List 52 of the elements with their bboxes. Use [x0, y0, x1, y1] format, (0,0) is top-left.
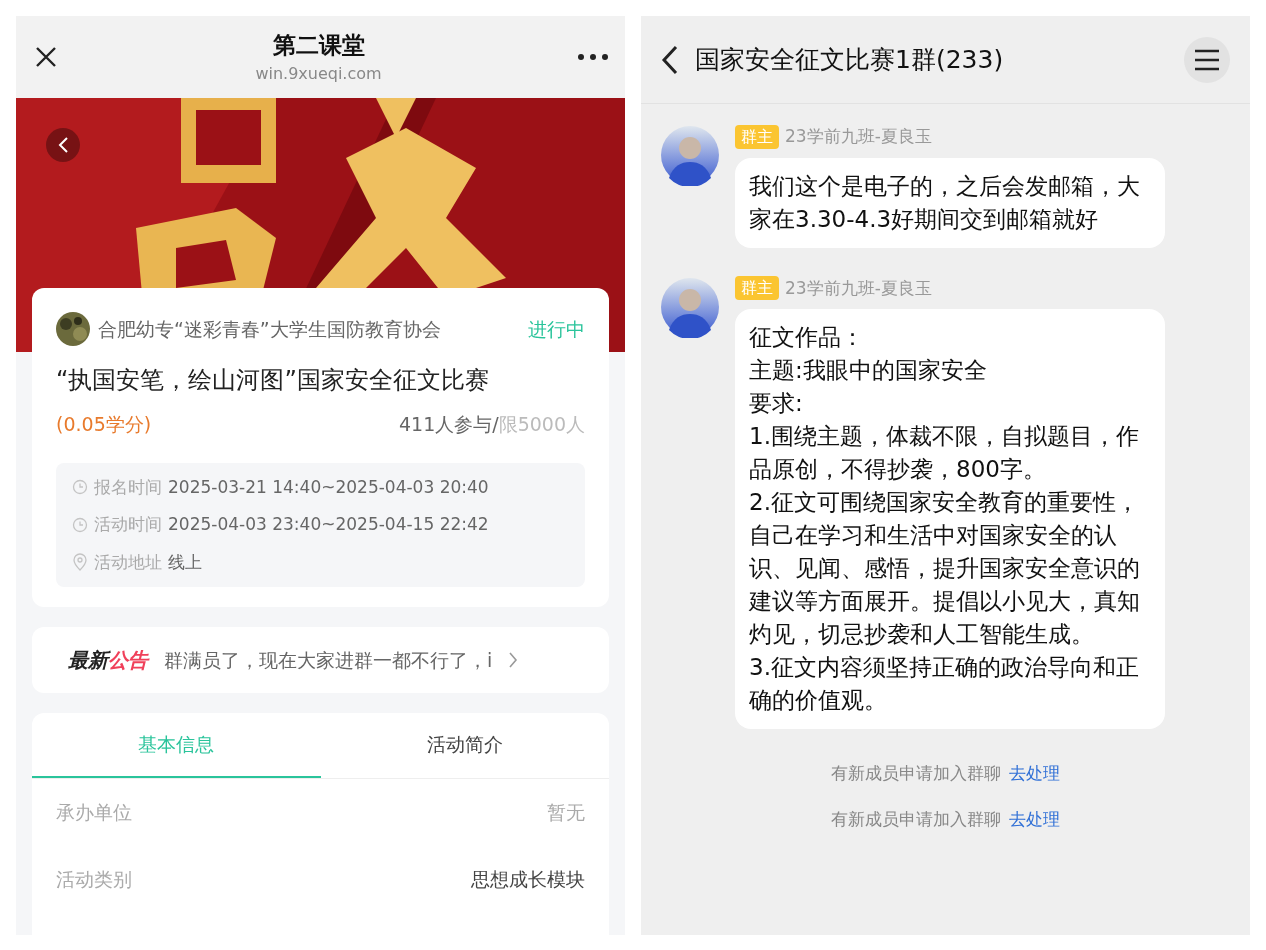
role-badge: 群主	[735, 124, 779, 149]
clock-icon	[72, 479, 88, 496]
status-label: 进行中	[528, 316, 585, 342]
tab[interactable]: 基本信息	[32, 713, 321, 778]
detail-value: 2025-03-21 14:40~2025-04-03 20:40	[168, 475, 489, 499]
page-url: win.9xueqi.com	[255, 63, 382, 86]
detail-label: 活动时间	[94, 513, 162, 536]
clock-icon	[72, 516, 88, 533]
participant-limit: 限5000人	[498, 412, 585, 437]
detail-label: 活动地址	[94, 550, 162, 574]
sender-name: 23学前九班-夏良玉	[785, 125, 932, 148]
avatar	[661, 275, 719, 338]
system-notice: 有新成员申请加入群聊	[831, 762, 1001, 785]
info-value: 暂无	[547, 800, 585, 826]
more-icon[interactable]	[577, 53, 609, 61]
message-text: 2.征文可围绕国家安全教育的重要性，自己在学习和生活中对国家安全的认识、见闻、感悟，提升国家安全意识的建议等方面展开。提倡以小见大，真知灼见，切忌抄袭和人工智能生成。	[749, 488, 1141, 649]
back-icon[interactable]	[661, 44, 679, 75]
detail-label: 报名时间	[94, 475, 162, 499]
system-notice: 有新成员申请加入群聊	[831, 807, 1001, 831]
message-text: 征文作品：	[749, 323, 865, 352]
detail-value: 线上	[168, 550, 202, 574]
chevron-right-icon	[508, 651, 519, 669]
activity-title: “执国安笔，绘山河图”国家安全征文比赛	[56, 365, 490, 396]
announcement-text: 群满员了，现在大家进群一都不行了，i	[164, 647, 493, 673]
role-badge: 群主	[735, 276, 779, 301]
location-pin-icon	[72, 553, 88, 572]
back-button[interactable]	[46, 128, 80, 162]
info-label: 承办单位	[56, 800, 132, 826]
announcement-bar[interactable]: 最新公告 群满员了，现在大家进群一都不行了，i	[32, 627, 609, 693]
info-label: 活动类别	[56, 867, 132, 893]
organizer-logo	[56, 312, 90, 346]
menu-button[interactable]	[1184, 36, 1230, 83]
page-title: 第二课堂	[272, 30, 365, 60]
organizer-name: 合肥幼专“迷彩青春”大学生国防教育协会	[98, 316, 442, 342]
message-text: 主题:我眼中的国家安全	[749, 356, 988, 385]
credit-label: (0.05学分)	[56, 412, 152, 437]
message-text: 要求:	[749, 389, 804, 418]
announcement-label: 最新公告	[68, 647, 148, 674]
menu-icon	[1194, 48, 1220, 71]
participant-count: 411人参与/	[398, 412, 499, 437]
back-icon	[57, 136, 69, 154]
process-link[interactable]: 去处理	[1009, 761, 1060, 787]
message-text: 3.征文内容须坚持正确的政治导向和正确的价值观。	[749, 653, 1140, 715]
sender-name: 23学前九班-夏良玉	[785, 276, 932, 300]
chat-title: 国家安全征文比赛1群(233)	[695, 43, 1005, 76]
message-text: 1.围绕主题，体裁不限，自拟题目，作品原创，不得抄袭，800字。	[749, 422, 1140, 484]
detail-value: 2025-04-03 23:40~2025-04-15 22:42	[168, 513, 489, 536]
info-value: 思想成长模块	[471, 867, 585, 893]
avatar	[661, 124, 719, 186]
message-text: 我们这个是电子的，之后会发邮箱，大家在3.30-4.3好期间交到邮箱就好	[749, 171, 1141, 234]
tab[interactable]: 活动简介	[320, 713, 609, 778]
process-link[interactable]: 去处理	[1009, 806, 1060, 832]
